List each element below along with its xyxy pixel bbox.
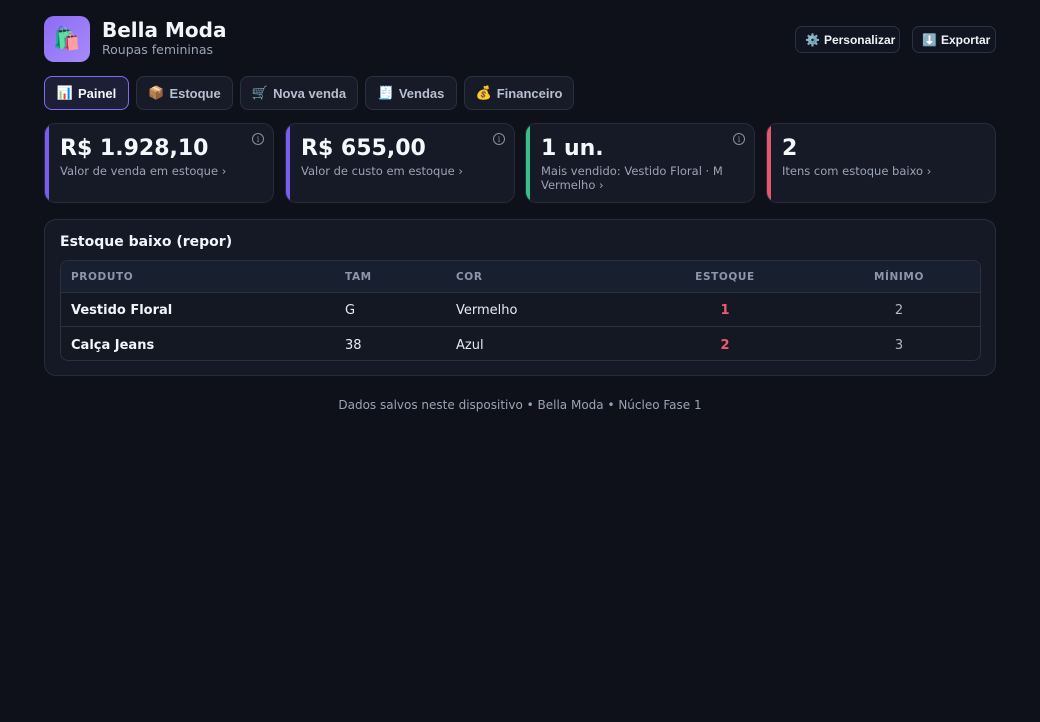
shopping-bags-icon: 🛍️ xyxy=(44,16,90,62)
column-header-minimo: MÍNIMO xyxy=(873,271,925,283)
stat-value: R$ 655,00 xyxy=(301,136,426,161)
app-header: 🛍️ Bella Moda Roupas femininas ⚙️ Person… xyxy=(44,16,996,62)
tab-estoque[interactable]: 📦 Estoque xyxy=(136,76,233,110)
customize-button[interactable]: ⚙️ Personalizar xyxy=(795,26,900,53)
stat-label: Valor de venda em estoque › xyxy=(60,164,227,178)
tab-nova-venda[interactable]: 🛒 Nova venda xyxy=(240,76,358,110)
panel-title: Estoque baixo (repor) xyxy=(60,234,233,250)
info-icon[interactable]: i xyxy=(733,133,745,145)
table-header: PRODUTO TAM COR ESTOQUE MÍNIMO xyxy=(61,261,980,293)
gear-icon: ⚙️ xyxy=(805,32,820,47)
table-row[interactable]: Calça Jeans 38 Azul 2 3 xyxy=(61,328,980,360)
accent-bar xyxy=(45,124,49,202)
cell-cor: Azul xyxy=(456,338,484,353)
package-icon: 📦 xyxy=(148,85,165,100)
export-label: Exportar xyxy=(940,32,991,47)
receipt-icon: 🧾 xyxy=(377,85,394,100)
tab-label: Estoque xyxy=(169,85,221,101)
stat-label: Valor de custo em estoque › xyxy=(301,164,463,178)
column-header-estoque: ESTOQUE xyxy=(695,271,755,283)
accent-bar xyxy=(526,124,530,202)
low-stock-panel: Estoque baixo (repor) PRODUTO TAM COR ES… xyxy=(44,219,996,376)
cell-produto: Calça Jeans xyxy=(71,338,155,353)
cell-estoque: 1 xyxy=(720,303,730,318)
column-header-produto: PRODUTO xyxy=(71,271,134,283)
tab-vendas[interactable]: 🧾 Vendas xyxy=(365,76,457,110)
tab-label: Nova venda xyxy=(273,85,347,101)
column-header-cor: COR xyxy=(456,271,483,283)
stat-card-cost-value[interactable]: R$ 655,00 Valor de custo em estoque › i xyxy=(285,123,515,203)
stat-card-low-stock[interactable]: 2 Itens com estoque baixo › xyxy=(766,123,996,203)
info-icon[interactable]: i xyxy=(252,133,264,145)
brand-subtitle: Roupas femininas xyxy=(102,42,214,57)
export-button[interactable]: ⬇️ Exportar xyxy=(912,26,996,53)
stat-value: 1 un. xyxy=(541,136,604,161)
customize-label: Personalizar xyxy=(823,32,896,47)
stat-card-sale-value[interactable]: R$ 1.928,10 Valor de venda em estoque › … xyxy=(44,123,274,203)
accent-bar xyxy=(767,124,771,202)
brand-name: Bella Moda xyxy=(102,18,227,42)
tab-financeiro[interactable]: 💰 Financeiro xyxy=(464,76,574,110)
table-row[interactable]: Vestido Floral G Vermelho 1 2 xyxy=(61,293,980,327)
tab-label: Financeiro xyxy=(496,85,563,101)
info-icon[interactable]: i xyxy=(493,133,505,145)
footer-note: Dados salvos neste dispositivo • Bella M… xyxy=(338,398,702,412)
tab-label: Vendas xyxy=(398,85,445,101)
stat-card-best-seller[interactable]: 1 un. Mais vendido: Vestido Floral · M V… xyxy=(525,123,755,203)
low-stock-table: PRODUTO TAM COR ESTOQUE MÍNIMO Vestido F… xyxy=(60,260,981,361)
cell-estoque: 2 xyxy=(720,338,730,353)
accent-bar xyxy=(286,124,290,202)
stat-label: Mais vendido: Vestido Floral · M Vermelh… xyxy=(541,164,723,192)
cart-icon: 🛒 xyxy=(251,85,269,100)
cell-cor: Vermelho xyxy=(456,303,518,318)
cell-minimo: 2 xyxy=(894,303,904,318)
money-bag-icon: 💰 xyxy=(475,85,492,100)
tab-painel[interactable]: 📊 Painel xyxy=(44,76,129,110)
download-icon: ⬇️ xyxy=(922,32,937,47)
stat-value: 2 xyxy=(782,136,798,161)
cell-minimo: 3 xyxy=(894,338,904,353)
tab-label: Painel xyxy=(77,85,117,101)
chart-icon: 📊 xyxy=(56,85,73,100)
stat-value: R$ 1.928,10 xyxy=(60,136,209,161)
cell-produto: Vestido Floral xyxy=(71,303,173,318)
column-header-tam: TAM xyxy=(345,271,372,283)
stat-label: Itens com estoque baixo › xyxy=(782,164,932,178)
cell-tam: 38 xyxy=(345,338,362,353)
cell-tam: G xyxy=(345,303,356,318)
